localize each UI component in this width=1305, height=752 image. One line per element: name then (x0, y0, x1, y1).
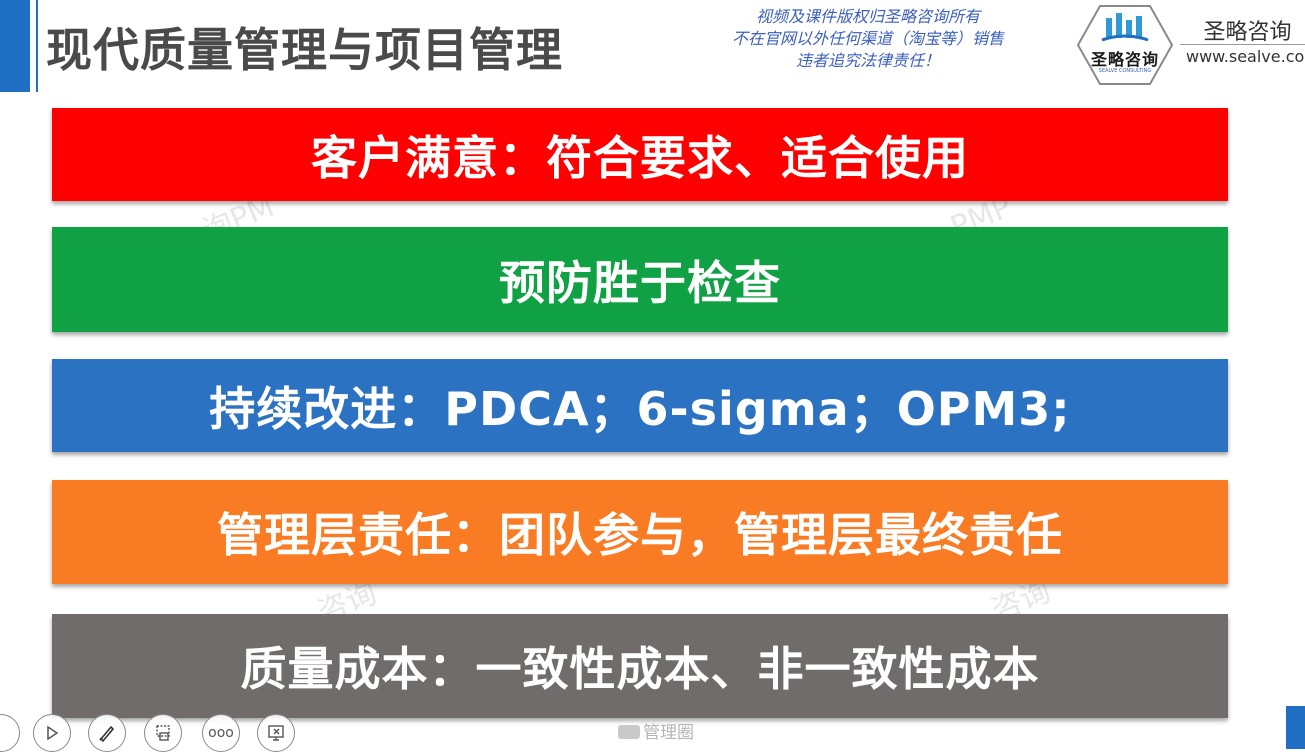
brand-url: www.sealve.co (1186, 47, 1305, 66)
banner-text: 管理层责任：团队参与，管理层最终责任 (217, 508, 1063, 562)
screen-close-icon (268, 725, 284, 741)
banner-text: 预防胜于检查 (499, 255, 781, 310)
banner-management-responsibility: 管理层责任：团队参与，管理层最终责任 (52, 480, 1228, 584)
banner-text: 持续改进：PDCA；6-sigma；OPM3; (209, 381, 1071, 436)
banner-cost-of-quality: 质量成本：一致性成本、非一致性成本 (52, 614, 1228, 718)
corner-accent-box (1286, 706, 1305, 749)
slides-grid-icon (156, 725, 170, 741)
footer-watermark: 管理圈 (618, 718, 694, 743)
pen-tool-button[interactable] (88, 714, 126, 752)
play-icon (47, 725, 59, 741)
more-options-button[interactable]: ooo (202, 714, 240, 752)
brand-divider (1180, 44, 1305, 45)
more-options-icon: ooo (208, 725, 234, 741)
copyright-line-3: 违者追究法律责任！ (795, 51, 940, 70)
end-show-button[interactable] (257, 714, 295, 752)
brand-name: 圣略咨询 (1203, 20, 1292, 45)
copyright-notice: 视频及课件版权归圣略咨询所有 不在官网以外任何渠道（淘宝等）销售 违者追究法律责… (672, 6, 1064, 72)
logo-subtext: SEALVE CONSULTING (1098, 68, 1152, 74)
banner-prevention: 预防胜于检查 (52, 227, 1228, 332)
slide-title: 现代质量管理与项目管理 (46, 23, 563, 77)
previous-slide-button[interactable] (0, 714, 20, 752)
copyright-line-1: 视频及课件版权归圣略咨询所有 (755, 7, 980, 26)
company-logo: 圣略咨询 SEALVE CONSULTING (1076, 4, 1174, 86)
slide-accent-line (36, 0, 38, 92)
banner-continuous-improvement: 持续改进：PDCA；6-sigma；OPM3; (52, 359, 1228, 452)
slide-accent-bar (0, 0, 30, 92)
banner-text: 客户满意：符合要求、适合使用 (311, 130, 969, 185)
footer-text: 管理圈 (643, 723, 694, 743)
pen-icon (99, 725, 115, 743)
logo-text: 圣略咨询 (1090, 50, 1159, 69)
banner-text: 质量成本：一致性成本、非一致性成本 (240, 642, 1040, 696)
footer-logo-icon (618, 725, 640, 739)
view-slides-button[interactable] (144, 714, 182, 752)
banner-customer-satisfaction: 客户满意：符合要求、适合使用 (52, 108, 1228, 201)
copyright-line-2: 不在官网以外任何渠道（淘宝等）销售 (731, 29, 1004, 48)
next-slide-button[interactable] (33, 714, 71, 752)
